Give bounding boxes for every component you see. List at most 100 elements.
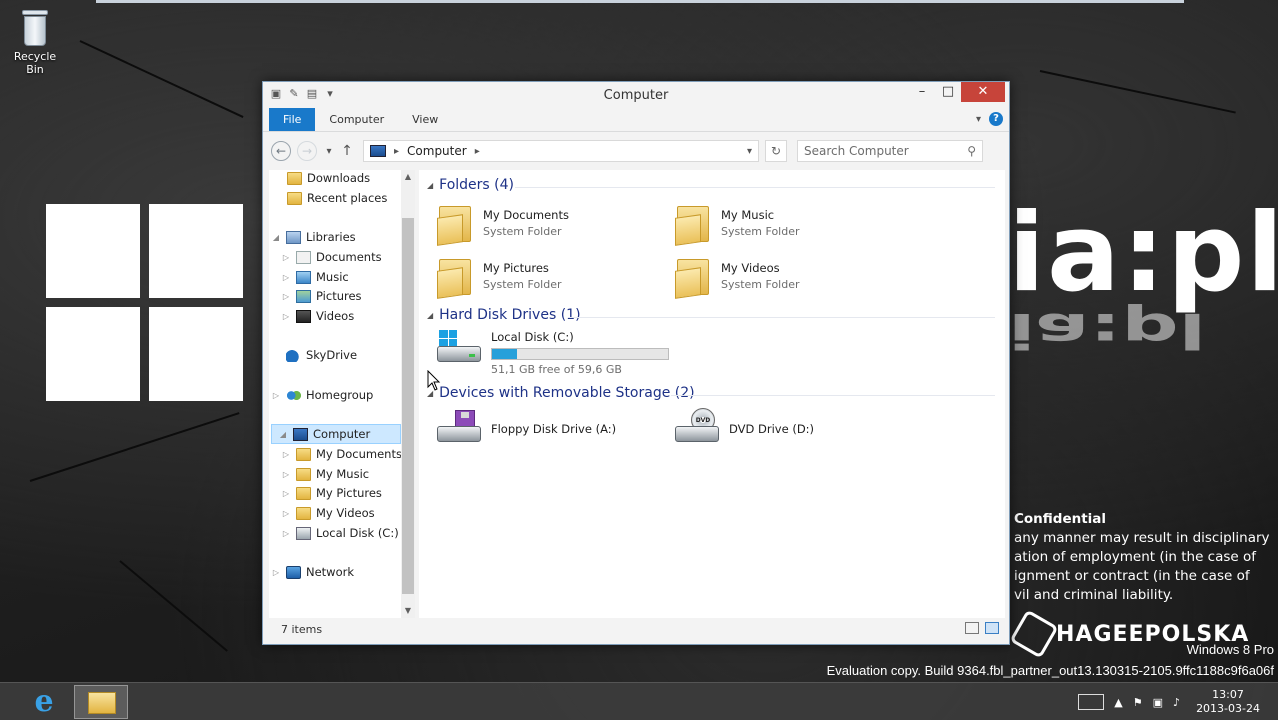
action-center-flag-icon[interactable]: ⚑ [1133, 696, 1143, 709]
nav-label: Videos [316, 309, 355, 323]
confidential-line: ation of employment (in the case of [1014, 549, 1256, 565]
drive-floppy-a[interactable]: Floppy Disk Drive (A:) [437, 410, 616, 448]
expand-arrow-icon[interactable]: ▷ [281, 292, 291, 301]
drive-local-disk-c[interactable]: Local Disk (C:) 51,1 GB free of 59,6 GB [437, 330, 669, 376]
expand-arrow-icon[interactable]: ▷ [281, 529, 291, 538]
tab-view[interactable]: View [398, 108, 452, 131]
expand-arrow-icon[interactable]: ▷ [281, 253, 291, 262]
expand-arrow-icon[interactable]: ▷ [281, 470, 291, 479]
nav-item-my-documents[interactable]: ▷ My Documents [281, 444, 402, 464]
folder-my-music[interactable]: My Music System Folder [675, 202, 800, 246]
internet-explorer-icon[interactable]: e [24, 685, 64, 719]
expand-arrow-icon[interactable]: ▷ [281, 509, 291, 518]
folder-my-documents[interactable]: My Documents System Folder [437, 202, 569, 246]
collapse-arrow-icon[interactable]: ◢ [278, 430, 288, 439]
drive-dvd-d[interactable]: DVD DVD Drive (D:) [675, 408, 814, 448]
videos-folder-icon [675, 255, 711, 299]
folder-my-pictures[interactable]: My Pictures System Folder [437, 255, 562, 299]
maximize-button[interactable]: □ [935, 82, 961, 102]
up-button[interactable]: ↑ [341, 143, 353, 159]
navigation-pane: Downloads Recent places ◢ Libraries ▷ Docu… [269, 170, 415, 618]
expand-arrow-icon[interactable]: ▷ [281, 489, 291, 498]
taskbar: e ▲ ⚑ ▣ ♪ 13:07 2013-03-24 [0, 682, 1278, 720]
expand-arrow-icon[interactable]: ▷ [281, 450, 291, 459]
nav-item-my-pictures[interactable]: ▷ My Pictures [281, 483, 382, 503]
nav-item-libraries[interactable]: ◢ Libraries [271, 227, 356, 247]
refresh-button[interactable]: ↻ [765, 140, 787, 162]
group-header-folders[interactable]: ◢ Folders (4) [427, 177, 514, 193]
item-name: My Music [721, 208, 775, 222]
nav-item-skydrive[interactable]: SkyDrive [271, 345, 357, 365]
expand-arrow-icon[interactable]: ▷ [271, 391, 281, 400]
tab-file[interactable]: File [269, 108, 316, 131]
minimize-button[interactable]: – [909, 82, 935, 102]
expand-arrow-icon[interactable]: ▷ [281, 312, 291, 321]
address-path[interactable]: Computer [407, 144, 467, 158]
item-name: Local Disk (C:) [491, 330, 574, 344]
brand-reflection: ia:pl [1008, 302, 1207, 359]
chevron-right-icon[interactable]: ▸ [394, 146, 399, 157]
network-tray-icon[interactable]: ▣ [1153, 696, 1163, 709]
collapse-arrow-icon[interactable]: ◢ [427, 311, 433, 320]
recycle-bin[interactable]: Recycle Bin [6, 8, 64, 76]
group-title: Hard Disk Drives (1) [439, 307, 581, 323]
recent-locations-icon[interactable]: ▾ [323, 146, 335, 157]
back-button[interactable]: ← [271, 141, 291, 161]
nav-item-my-music[interactable]: ▷ My Music [281, 464, 369, 484]
help-icon[interactable]: ? [989, 112, 1003, 126]
tiles-view-icon[interactable] [985, 622, 999, 634]
ribbon: File Computer View ▾ ? [263, 108, 1009, 132]
explorer-window: ▣ ✎ ▤ ▾ Computer – □ ✕ File Computer Vie… [262, 81, 1010, 645]
windows-logo-tile [149, 204, 243, 298]
search-input[interactable]: Search Computer ⚲ [797, 140, 983, 162]
show-hidden-icons-icon[interactable]: ▲ [1114, 696, 1122, 709]
title-bar[interactable]: ▣ ✎ ▤ ▾ Computer – □ ✕ [263, 82, 1009, 108]
nav-item-documents[interactable]: ▷ Documents [281, 247, 382, 267]
scroll-up-icon[interactable]: ▲ [401, 170, 415, 184]
nav-item-local-disk[interactable]: ▷ Local Disk (C:) [281, 523, 399, 543]
nav-label: My Documents [316, 447, 402, 461]
item-count: 7 items [281, 622, 323, 636]
nav-label: Downloads [307, 171, 371, 185]
search-icon[interactable]: ⚲ [967, 144, 976, 158]
scroll-down-icon[interactable]: ▼ [401, 604, 415, 618]
nav-item-videos[interactable]: ▷ Videos [281, 306, 354, 326]
details-view-icon[interactable] [965, 622, 979, 634]
clock[interactable]: 13:07 2013-03-24 [1196, 688, 1260, 716]
expand-ribbon-icon[interactable]: ▾ [976, 114, 981, 125]
group-header-removable-storage[interactable]: ◢ Devices with Removable Storage (2) [427, 385, 695, 401]
tab-computer[interactable]: Computer [315, 108, 398, 131]
forward-button[interactable]: → [297, 141, 317, 161]
content-pane: ◢ Folders (4) My Documents System Folder M… [419, 170, 1005, 618]
nav-item-homegroup[interactable]: ▷ Homegroup [271, 385, 373, 405]
nav-item-pictures[interactable]: ▷ Pictures [281, 286, 362, 306]
expand-arrow-icon[interactable]: ▷ [281, 273, 291, 282]
chevron-down-icon[interactable]: ▾ [747, 146, 752, 157]
nav-item-downloads[interactable]: Downloads [287, 168, 370, 188]
drive-icon [296, 526, 311, 540]
item-name: My Pictures [483, 261, 549, 275]
collapse-arrow-icon[interactable]: ◢ [271, 233, 281, 242]
scrollbar-thumb[interactable] [402, 218, 414, 594]
nav-item-my-videos[interactable]: ▷ My Videos [281, 503, 375, 523]
address-field[interactable]: ▸ Computer ▸ ▾ [363, 140, 759, 162]
nav-label: My Music [316, 467, 370, 481]
nav-item-network[interactable]: ▷ Network [271, 562, 354, 582]
top-edge-bar [96, 0, 1184, 3]
keyboard-icon[interactable] [1078, 694, 1105, 710]
mouse-cursor-icon [427, 370, 441, 391]
nav-item-recent-places[interactable]: Recent places [287, 188, 387, 208]
nav-item-music[interactable]: ▷ Music [281, 267, 349, 287]
collapse-arrow-icon[interactable]: ◢ [427, 181, 433, 190]
expand-arrow-icon[interactable]: ▷ [271, 568, 281, 577]
folder-my-videos[interactable]: My Videos System Folder [675, 255, 800, 299]
folder-icon [296, 506, 311, 520]
volume-icon[interactable]: ♪ [1173, 696, 1180, 709]
nav-item-computer[interactable]: ◢ Computer [271, 424, 401, 444]
close-button[interactable]: ✕ [961, 82, 1005, 102]
file-explorer-taskbar-button[interactable] [74, 685, 128, 719]
nav-scrollbar[interactable]: ▲ ▼ [401, 170, 415, 618]
group-header-hard-disk-drives[interactable]: ◢ Hard Disk Drives (1) [427, 307, 581, 323]
chevron-right-icon[interactable]: ▸ [475, 146, 480, 157]
nav-label: Pictures [316, 289, 362, 303]
